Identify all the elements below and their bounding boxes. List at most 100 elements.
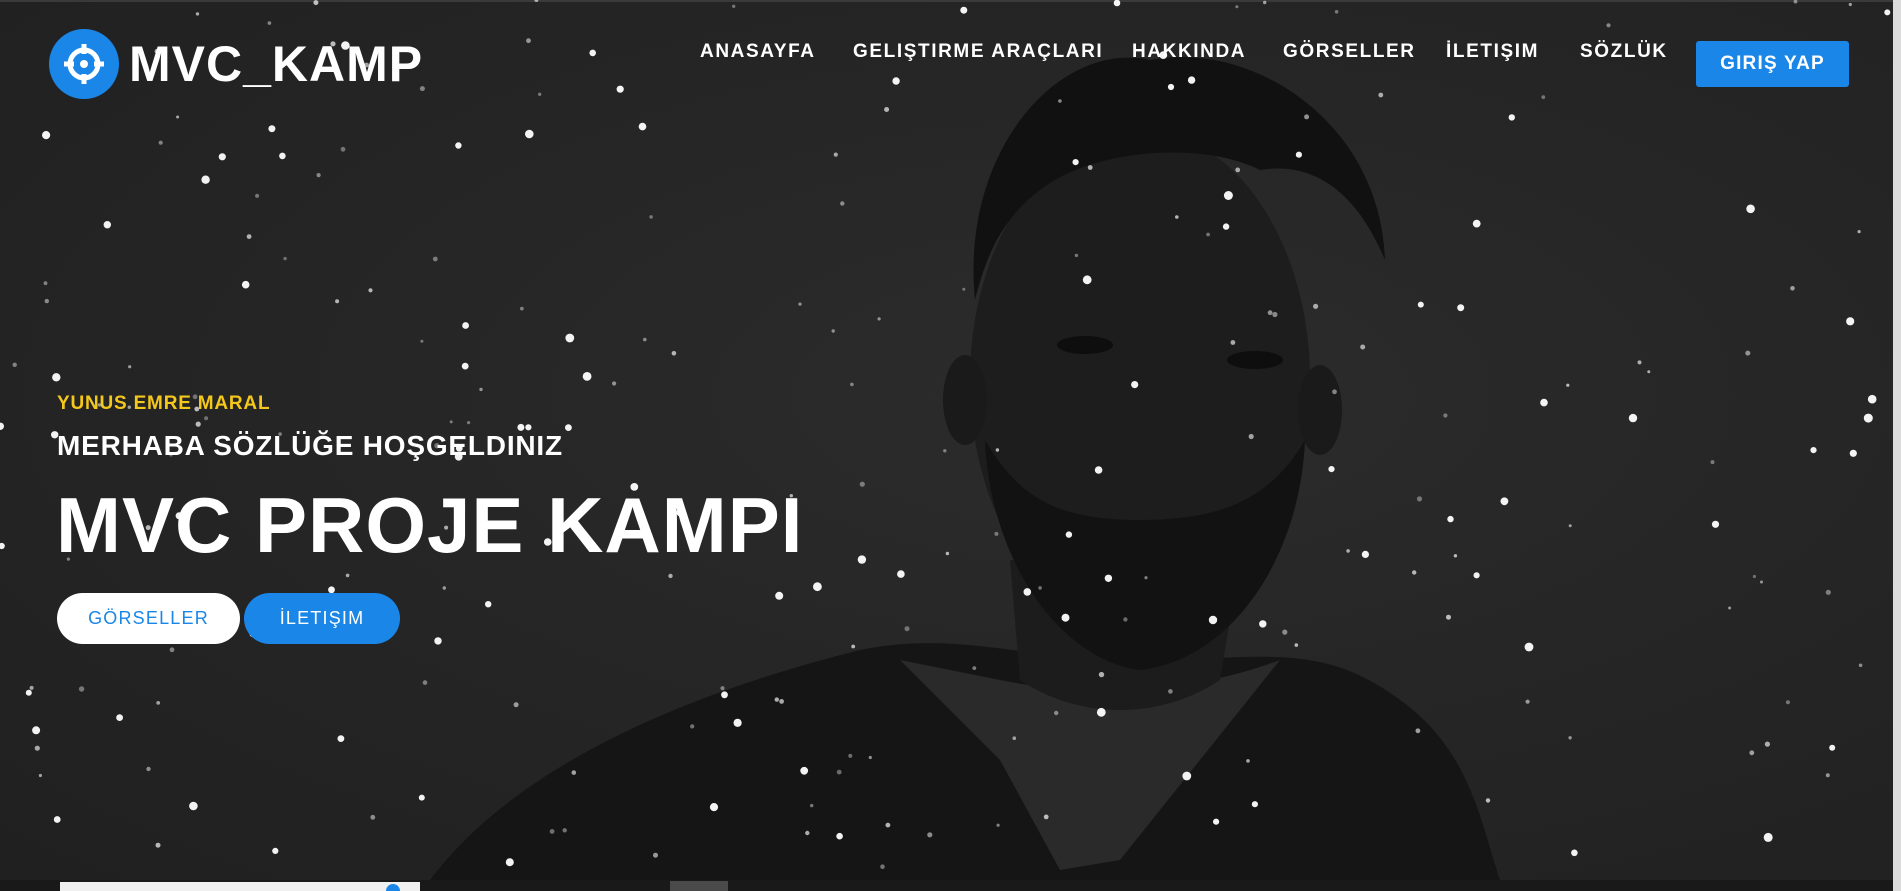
star-particle [1763,832,1773,842]
star-particle [1235,5,1239,9]
star-particle [1038,586,1042,590]
star-particle [1096,707,1106,717]
star-particle [1295,151,1302,158]
star-particle [859,481,865,487]
star-particle [1524,642,1534,652]
site-logo[interactable]: MVC_KAMP [49,29,423,99]
star-particle [840,201,845,206]
star-particle [1168,689,1173,694]
taskbar-search[interactable] [60,882,420,891]
star-particle [1012,736,1017,740]
star-particle [1206,232,1210,237]
star-particle [1098,671,1105,678]
star-particle [1745,350,1751,356]
star-particle [1334,10,1339,14]
star-particle [943,449,947,453]
nav-item-dev-tools[interactable]: GELIŞTIRME ARAÇLARI [853,41,1103,63]
hero-headline: MVC PROJE KAMPI [56,481,804,569]
star-particle [1473,572,1480,579]
star-particle [1541,95,1546,99]
star-particle [1711,520,1720,528]
star-particle [1485,798,1491,803]
star-particle [155,842,161,848]
star-particle [1825,773,1830,778]
star-particle [246,234,252,240]
star-particle [1508,114,1516,121]
login-button[interactable]: GIRIŞ YAP [1696,41,1849,87]
star-particle [880,864,885,869]
star-particle [868,755,872,760]
star-particle [1849,449,1857,457]
taskbar-app-icon[interactable] [386,884,400,891]
star-particle [12,362,17,367]
star-particle [1328,466,1335,473]
nav-item-home[interactable]: ANASAYFA [700,41,816,63]
star-particle [1213,818,1220,825]
star-particle [1728,606,1732,610]
star-particle [1104,574,1113,582]
star-particle [643,337,647,342]
star-particle [283,256,287,261]
star-particle [833,152,838,157]
star-particle [418,794,425,801]
taskbar-tab[interactable] [670,881,728,891]
star-particle [1568,736,1572,740]
star-particle [1760,580,1763,584]
star-particle [848,753,853,758]
star-particle [1417,301,1424,308]
star-particle [616,85,624,93]
star-particle [176,115,180,119]
nav-item-contact[interactable]: İLETIŞIM [1446,41,1539,63]
star-particle [103,221,112,229]
star-particle [1131,381,1139,389]
nav-item-images[interactable]: GÖRSELLER [1283,41,1416,63]
star-particle [432,256,438,262]
contact-button[interactable]: İLETIŞIM [244,593,400,644]
star-particle [1857,230,1861,234]
star-particle [653,852,658,858]
star-particle [960,6,968,14]
hero-subtitle: MERHABA SÖZLÜĞE HOŞGELDINIZ [57,430,563,461]
star-particle [44,298,49,304]
star-particle [218,153,226,161]
star-particle [462,322,469,329]
star-particle [850,382,854,387]
star-particle [42,131,51,140]
star-particle [479,387,483,392]
star-particle [267,21,272,25]
star-particle [449,420,453,424]
star-particle [927,832,933,838]
star-particle [158,140,163,145]
star-particle [994,531,999,536]
star-particle [690,724,695,729]
star-particle [1182,771,1192,781]
star-particle [146,766,151,772]
star-particle [1332,389,1337,395]
star-particle [368,288,373,293]
nav-item-dictionary[interactable]: SÖZLÜK [1580,41,1668,63]
star-particle [29,685,34,690]
star-particle [1313,303,1319,309]
star-particle [774,697,779,702]
star-particle [52,373,61,382]
star-particle [78,686,85,692]
star-particle [813,582,822,592]
nav-item-about[interactable]: HAKKINDA [1132,41,1246,63]
star-particle [562,828,567,833]
star-particle [1072,159,1079,166]
star-particle [255,193,260,198]
hero-eyebrow: YUNUS EMRE MARAL [57,393,271,414]
star-particle [1294,643,1299,647]
star-particle [885,822,891,828]
images-button[interactable]: GÖRSELLER [57,593,240,644]
star-particle [962,287,966,291]
star-particle [1123,617,1128,622]
star-particle [775,591,784,600]
scrollbar[interactable] [1893,0,1901,891]
star-particle [1251,801,1258,808]
star-particle [1361,550,1369,559]
star-particle [1346,549,1350,553]
star-particle [1446,614,1451,620]
star-particle [1023,588,1032,596]
star-particle [1167,83,1175,91]
